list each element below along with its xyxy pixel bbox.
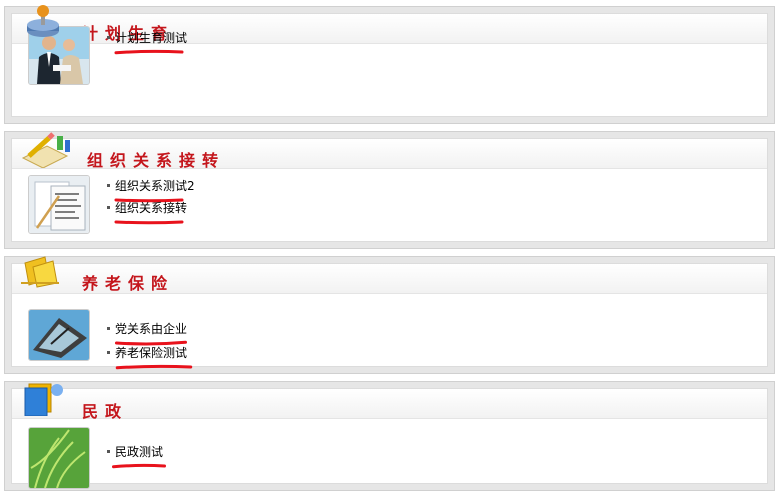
section-pension-insurance: 养老保险 党关系由企业 养老保险测试 (4, 256, 775, 374)
documents-photo (28, 175, 90, 234)
list-item[interactable]: 民政测试 (107, 443, 166, 469)
link-list: 党关系由企业 养老保险测试 (107, 320, 193, 370)
bullet-icon (107, 184, 110, 187)
link-list: 民政测试 (107, 443, 166, 469)
tablet-device-photo (28, 309, 90, 361)
section-civil-affairs: 民政 民政测试 (4, 381, 775, 491)
folders-icon (19, 253, 69, 289)
link-pension-test[interactable]: 养老保险测试 (115, 346, 187, 360)
section-title: 组织关系接转 (87, 151, 226, 170)
list-item[interactable]: 组织关系接转 (107, 199, 195, 225)
bullet-icon (107, 351, 110, 354)
section-body: 民政 民政测试 (11, 388, 768, 489)
link-list: 组织关系测试2 组织关系接转 (107, 177, 195, 225)
list-item[interactable]: 养老保险测试 (107, 344, 193, 370)
pencil-notebook-icon (19, 132, 70, 169)
section-title: 民政 (82, 402, 129, 421)
section-title: 养老保险 (82, 274, 175, 293)
red-underline-mark (112, 463, 166, 469)
link-party-relation-enterprise[interactable]: 党关系由企业 (115, 322, 187, 336)
blue-book-icon (19, 380, 69, 417)
red-underline-mark (115, 364, 193, 370)
list-item[interactable]: 组织关系测试2 (107, 177, 195, 203)
bullet-icon (107, 450, 110, 453)
section-body: 计划生育 计划生育测试 (11, 13, 768, 117)
link-org-relation-transfer[interactable]: 组织关系接转 (115, 201, 187, 215)
section-org-relation-transfer: 组织关系接转 组织关系测试2 组织关系接转 (4, 131, 775, 249)
section-body: 组织关系接转 组织关系测试2 组织关系接转 (11, 138, 768, 242)
joystick-icon (19, 3, 69, 39)
red-underline-mark (114, 220, 184, 225)
section-family-planning: 计划生育 计划生育测试 (4, 3, 775, 124)
link-family-planning-test[interactable]: 计划生育测试 (115, 31, 187, 45)
bullet-icon (107, 206, 110, 209)
list-item[interactable]: 计划生育测试 (107, 29, 187, 55)
wheat-field-photo (28, 427, 90, 489)
bullet-icon (107, 36, 110, 39)
section-body: 养老保险 党关系由企业 养老保险测试 (11, 263, 768, 370)
link-civil-affairs-test[interactable]: 民政测试 (115, 445, 163, 459)
link-org-relation-test2[interactable]: 组织关系测试2 (115, 179, 195, 193)
bullet-icon (107, 327, 110, 330)
link-list: 计划生育测试 (107, 29, 187, 55)
list-item[interactable]: 党关系由企业 (107, 320, 187, 346)
red-underline-mark (114, 49, 184, 55)
